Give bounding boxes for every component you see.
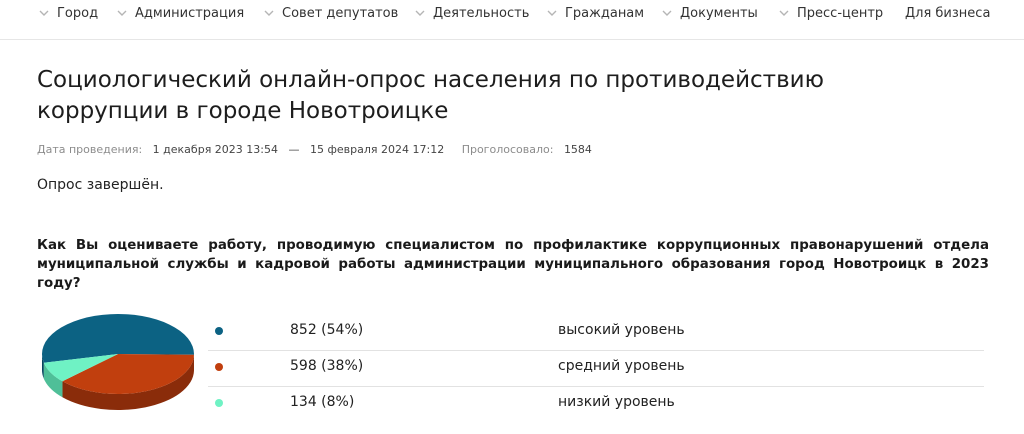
pie-chart <box>42 314 194 410</box>
poll-status: Опрос завершён. <box>37 177 164 193</box>
nav-item-city[interactable]: Город <box>38 3 98 23</box>
chevron-down-icon <box>661 7 673 19</box>
result-count: 134 (8%) <box>290 394 355 410</box>
poll-question: Как Вы оцениваете работу, проводимую спе… <box>37 238 989 291</box>
nav-item-citizens[interactable]: Гражданам <box>546 3 644 23</box>
nav-item-administration[interactable]: Администрация <box>116 3 244 23</box>
nav-item-label: Документы <box>680 5 758 21</box>
results-list: 852 (54%) высокий уровень 598 (38%) сред… <box>208 315 984 423</box>
top-navigation: Город Администрация Совет депутатов Деят… <box>0 0 1024 40</box>
nav-item-label: Пресс-центр <box>797 5 884 21</box>
page-title: Социологический онлайн-опрос населения п… <box>37 67 824 124</box>
chevron-down-icon <box>546 7 558 19</box>
result-row: 134 (8%) низкий уровень <box>208 387 984 423</box>
nav-item-press-center[interactable]: Пресс-центр <box>778 3 883 23</box>
result-label: средний уровень <box>558 358 685 374</box>
legend-dot <box>215 363 223 371</box>
nav-item-documents[interactable]: Документы <box>661 3 758 23</box>
poll-meta: Дата проведения: 1 декабря 2023 13:54 — … <box>37 143 592 156</box>
legend-dot <box>215 399 223 407</box>
date-start: 1 декабря 2023 13:54 <box>152 143 278 156</box>
result-count: 852 (54%) <box>290 322 364 338</box>
chevron-down-icon <box>778 7 790 19</box>
nav-item-label: Совет депутатов <box>282 5 399 21</box>
chevron-down-icon <box>38 7 50 19</box>
nav-item-label: Город <box>57 5 99 21</box>
chevron-down-icon <box>263 7 275 19</box>
votes-label: Проголосовало: <box>461 143 554 156</box>
nav-item-business[interactable]: Для бизнеса <box>905 3 990 23</box>
legend-dot <box>215 327 223 335</box>
nav-item-label: Гражданам <box>565 5 645 21</box>
nav-item-label: Администрация <box>135 5 245 21</box>
chevron-down-icon <box>414 7 426 19</box>
date-separator: — <box>288 143 300 156</box>
nav-item-label: Деятельность <box>433 5 530 21</box>
date-end: 15 февраля 2024 17:12 <box>310 143 445 156</box>
nav-item-activity[interactable]: Деятельность <box>414 3 529 23</box>
result-label: низкий уровень <box>558 394 675 410</box>
votes-count: 1584 <box>563 143 592 156</box>
nav-item-label: Для бизнеса <box>905 5 991 21</box>
result-label: высокий уровень <box>558 322 685 338</box>
nav-item-council[interactable]: Совет депутатов <box>263 3 398 23</box>
result-count: 598 (38%) <box>290 358 364 374</box>
date-label: Дата проведения: <box>37 143 143 156</box>
chevron-down-icon <box>116 7 128 19</box>
result-row: 598 (38%) средний уровень <box>208 351 984 387</box>
result-row: 852 (54%) высокий уровень <box>208 315 984 351</box>
